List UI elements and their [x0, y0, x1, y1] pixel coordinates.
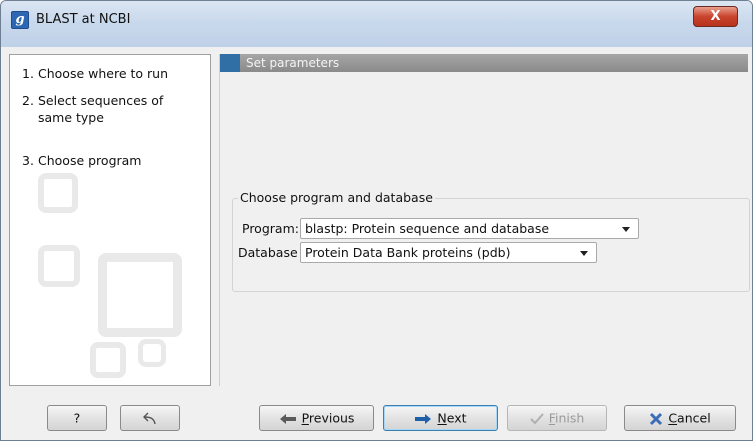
window-title: BLAST at NCBI [36, 12, 131, 27]
step-item-choose-program: 3. Choose program [22, 152, 198, 169]
next-label: Next [437, 410, 467, 426]
finish-button[interactable]: Finish [507, 405, 607, 431]
decorative-square [38, 173, 78, 213]
undo-arrow-icon [143, 412, 156, 424]
help-button[interactable]: ? [47, 405, 107, 431]
group-title: Choose program and database [238, 190, 435, 205]
chevron-down-icon [580, 251, 588, 256]
step-label: Select sequences of same type [38, 93, 164, 125]
arrow-left-icon [279, 413, 296, 424]
arrow-right-icon [415, 413, 432, 424]
section-title: Set parameters [246, 56, 340, 70]
x-icon [650, 412, 663, 425]
help-label: ? [73, 410, 81, 426]
finish-label: Finish [548, 410, 585, 426]
next-button[interactable]: Next [383, 405, 498, 431]
step-item-select-sequences: 2. Select sequences of same type [22, 92, 198, 126]
section-header: Set parameters [220, 54, 748, 72]
step-label: Choose where to run [38, 66, 168, 81]
previous-label: Previous [301, 410, 355, 426]
step-label: Choose program [38, 153, 142, 168]
previous-button[interactable]: Previous [259, 405, 374, 431]
wizard-button-bar: ? Previous Next Finish Cancel [9, 393, 746, 434]
decorative-square [138, 339, 166, 367]
parameters-panel: Set parameters Choose program and databa… [219, 54, 750, 386]
step-number: 3. [22, 153, 34, 168]
dialog-client-area: 1. Choose where to run 2. Select sequences… [9, 47, 750, 434]
step-number: 2. [22, 93, 34, 108]
cancel-label: Cancel [668, 410, 711, 426]
cancel-button[interactable]: Cancel [624, 405, 736, 431]
step-item-choose-where-to-run: 1. Choose where to run [22, 65, 198, 82]
step-number: 1. [22, 66, 34, 81]
close-button[interactable]: X [693, 6, 738, 27]
database-select-value: Protein Data Bank proteins (pdb) [305, 245, 511, 260]
chevron-down-icon [622, 227, 630, 232]
program-select-value: blastp: Protein sequence and database [305, 221, 550, 236]
checkmark-icon [529, 412, 544, 424]
program-label: Program: [242, 221, 299, 236]
app-logo-icon: g [11, 11, 29, 29]
decorative-square [98, 253, 182, 337]
database-label: Database [238, 245, 298, 260]
program-select[interactable]: blastp: Protein sequence and database [300, 218, 639, 239]
wizard-steps-panel: 1. Choose where to run 2. Select sequences… [9, 54, 211, 386]
title-bar[interactable]: g BLAST at NCBI X [1, 1, 752, 47]
blast-dialog-window: g BLAST at NCBI X 1. Choose where to run … [0, 0, 753, 441]
decorative-square [90, 342, 126, 378]
section-marker [220, 54, 240, 72]
reset-button[interactable] [120, 405, 180, 431]
database-select[interactable]: Protein Data Bank proteins (pdb) [300, 242, 597, 263]
decorative-square [38, 245, 80, 287]
